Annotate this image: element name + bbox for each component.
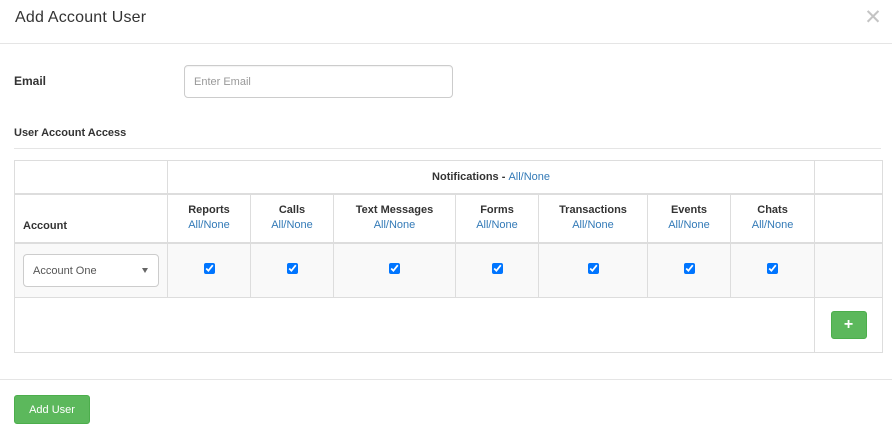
text-messages-cell: [333, 242, 456, 298]
column-header-chats: Chats All/None: [729, 192, 816, 244]
column-label: Reports: [188, 204, 230, 216]
section-divider: [14, 148, 881, 149]
notifications-all-none-link[interactable]: All/None: [508, 171, 550, 183]
calls-cell: [250, 242, 334, 298]
column-header-forms: Forms All/None: [455, 192, 539, 244]
footer-divider: [0, 379, 892, 380]
reports-checkbox[interactable]: [203, 263, 215, 275]
forms-all-none-link[interactable]: All/None: [456, 218, 538, 233]
close-icon[interactable]: ✕: [864, 7, 882, 28]
column-header-text-messages: Text Messages All/None: [333, 192, 456, 244]
column-label: Forms: [480, 204, 514, 216]
column-header-events: Events All/None: [647, 192, 731, 244]
column-label: Calls: [278, 204, 306, 216]
add-row-cell: +: [814, 297, 884, 353]
table-row: Account One: [14, 242, 884, 298]
email-field[interactable]: [184, 65, 453, 98]
chats-all-none-link[interactable]: All/None: [731, 218, 814, 233]
add-account-row-button[interactable]: +: [830, 310, 867, 339]
forms-cell: [455, 242, 539, 298]
modal-title: Add Account User: [15, 9, 147, 26]
chats-cell: [729, 242, 816, 298]
user-account-access-label: User Account Access: [14, 127, 127, 139]
events-checkbox[interactable]: [683, 263, 695, 275]
account-select-cell: Account One: [14, 242, 168, 298]
calls-checkbox[interactable]: [286, 263, 298, 275]
transactions-checkbox[interactable]: [587, 263, 599, 275]
text-messages-checkbox[interactable]: [389, 263, 400, 275]
chats-checkbox[interactable]: [767, 263, 779, 275]
empty-add-row-cell: [13, 297, 816, 353]
reports-cell: [167, 242, 251, 298]
column-label: Chats: [757, 204, 788, 216]
add-user-button[interactable]: Add User: [14, 395, 90, 424]
empty-header-cell: [814, 192, 884, 244]
forms-checkbox[interactable]: [491, 263, 503, 275]
column-label: Events: [670, 204, 708, 216]
modal-header: Add Account User ✕: [0, 0, 892, 44]
transactions-cell: [538, 242, 648, 298]
column-label: Text Messages: [355, 204, 434, 216]
text-messages-all-none-link[interactable]: All/None: [334, 218, 455, 233]
notifications-header: Notifications - All/None: [166, 160, 816, 194]
events-all-none-link[interactable]: All/None: [648, 218, 730, 233]
empty-header-cell: [14, 160, 168, 194]
account-select[interactable]: Account One: [23, 253, 159, 287]
plus-icon: +: [843, 315, 854, 333]
column-label: Transactions: [559, 204, 627, 216]
notifications-label: Notifications -: [432, 170, 506, 183]
empty-header-cell: [814, 160, 884, 194]
events-cell: [647, 242, 731, 298]
column-header-transactions: Transactions All/None: [538, 192, 648, 244]
account-select-value: Account One: [33, 264, 97, 277]
column-header-reports: Reports All/None: [167, 192, 251, 244]
reports-all-none-link[interactable]: All/None: [168, 218, 250, 233]
column-header-calls: Calls All/None: [250, 192, 334, 244]
account-access-table: Notifications - All/None Account Reports…: [13, 160, 884, 353]
calls-all-none-link[interactable]: All/None: [251, 218, 333, 233]
chevron-down-icon: [142, 267, 148, 273]
empty-cell: [814, 242, 884, 298]
account-column-header: Account: [14, 192, 168, 244]
transactions-all-none-link[interactable]: All/None: [539, 218, 647, 233]
email-label: Email: [14, 74, 47, 88]
